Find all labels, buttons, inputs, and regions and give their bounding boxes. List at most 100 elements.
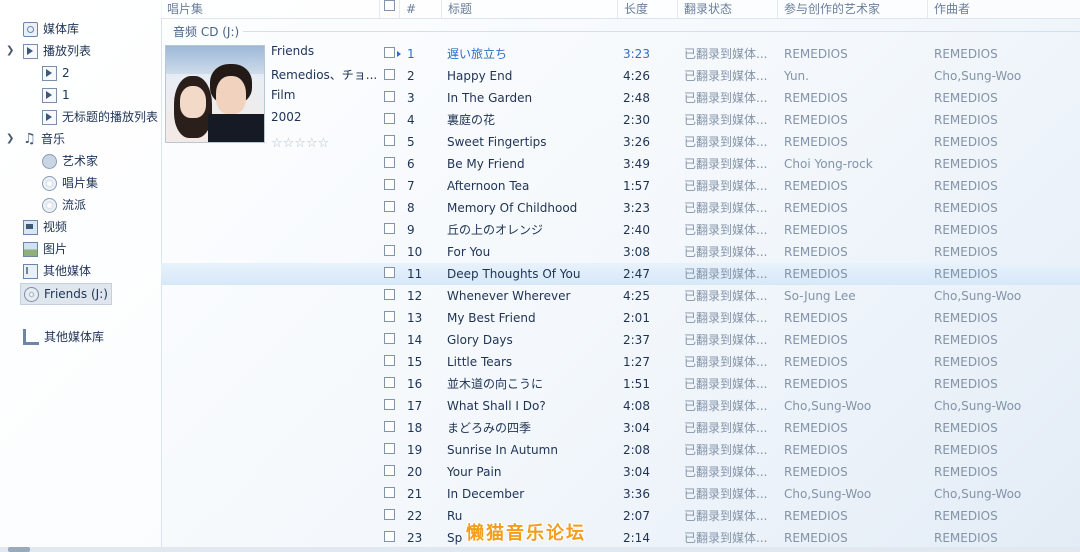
library-icon [23, 21, 38, 37]
track-checkbox[interactable] [384, 113, 395, 124]
nav-playlist-1[interactable]: 1 [42, 85, 70, 105]
nav-pictures-label: 图片 [43, 242, 68, 256]
track-title[interactable]: What Shall I Do? [447, 395, 617, 417]
column-header-rip-status[interactable]: 翻录状态 [678, 0, 778, 18]
track-title[interactable]: For You [447, 241, 617, 263]
column-header-album[interactable]: 唱片集 [161, 0, 380, 18]
track-row[interactable]: 14 Glory Days 2:37 已翻录到媒体... REMEDIOS REMEDIO… [161, 329, 1080, 351]
track-row[interactable]: 13 My Best Friend 2:01 已翻录到媒体... REMEDIOS REM… [161, 307, 1080, 329]
track-title[interactable]: 裏庭の花 [447, 109, 617, 131]
track-title[interactable]: In The Garden [447, 87, 617, 109]
track-checkbox[interactable] [384, 289, 395, 300]
scrollbar-thumb[interactable] [8, 547, 30, 552]
track-title[interactable]: Be My Friend [447, 153, 617, 175]
track-contributing-artist: REMEDIOS [784, 267, 848, 281]
nav-cd-drive[interactable]: Friends (J:) [20, 283, 112, 305]
track-title[interactable]: Whenever Wherever [447, 285, 617, 307]
horizontal-scrollbar[interactable] [0, 547, 1080, 552]
track-row[interactable]: 17 What Shall I Do? 4:08 已翻录到媒体... Cho,Sung-… [161, 395, 1080, 417]
track-checkbox[interactable] [384, 333, 395, 344]
track-checkbox[interactable] [384, 69, 395, 80]
track-title[interactable]: Sweet Fingertips [447, 131, 617, 153]
track-row[interactable]: 4 裏庭の花 2:30 已翻录到媒体... REMEDIOS REMEDIOS [161, 109, 1080, 131]
track-checkbox[interactable] [384, 245, 395, 256]
column-header-title[interactable]: 标题 [442, 0, 618, 18]
track-title[interactable]: Happy End [447, 65, 617, 87]
nav-library[interactable]: 媒体库 [23, 19, 79, 39]
track-row[interactable]: 21 In December 3:36 已翻录到媒体... Cho,Sung-Woo Ch… [161, 483, 1080, 505]
track-checkbox[interactable] [384, 223, 395, 234]
select-all-checkbox[interactable] [384, 0, 395, 11]
nav-genre[interactable]: 流派 [42, 195, 86, 215]
track-checkbox[interactable] [384, 157, 395, 168]
track-checkbox[interactable] [384, 91, 395, 102]
track-checkbox[interactable] [384, 399, 395, 410]
track-checkbox[interactable] [384, 47, 395, 58]
track-title[interactable]: Sunrise In Autumn [447, 439, 617, 461]
track-row[interactable]: 19 Sunrise In Autumn 2:08 已翻录到媒体... REMEDIOS… [161, 439, 1080, 461]
track-title[interactable]: 並木道の向こうに [447, 373, 617, 395]
track-checkbox[interactable] [384, 201, 395, 212]
track-row[interactable]: 8 Memory Of Childhood 3:23 已翻录到媒体... REMEDIO… [161, 197, 1080, 219]
chevron-down-icon[interactable]: ❯ [6, 129, 16, 149]
track-row[interactable]: 10 For You 3:08 已翻录到媒体... REMEDIOS REMEDIOS [161, 241, 1080, 263]
track-title[interactable]: Afternoon Tea [447, 175, 617, 197]
track-checkbox[interactable] [384, 355, 395, 366]
track-title[interactable]: My Best Friend [447, 307, 617, 329]
track-checkbox[interactable] [384, 135, 395, 146]
nav-playlist-untitled[interactable]: 无标题的播放列表 [42, 107, 158, 127]
track-row[interactable]: 5 Sweet Fingertips 3:26 已翻录到媒体... REMEDIOS RE… [161, 131, 1080, 153]
nav-playlist-2[interactable]: 2 [42, 63, 70, 83]
track-checkbox[interactable] [384, 267, 395, 278]
nav-artist[interactable]: 艺术家 [42, 151, 98, 171]
nav-music[interactable]: ♫ 音乐 [23, 129, 65, 149]
track-row[interactable]: 2 Happy End 4:26 已翻录到媒体... Yun. Cho,Sung-Woo [161, 65, 1080, 87]
track-title[interactable]: Little Tears [447, 351, 617, 373]
track-title[interactable]: 遅い旅立ち [447, 43, 617, 65]
track-row[interactable]: 16 並木道の向こうに 1:51 已翻录到媒体... REMEDIOS REMEDIOS [161, 373, 1080, 395]
column-header-duration[interactable]: 长度 [618, 0, 678, 18]
track-row[interactable]: 23 Sp 2:14 已翻录到媒体... REMEDIOS REMEDIOS [161, 527, 1080, 549]
nav-pictures[interactable]: 图片 [23, 239, 67, 259]
track-checkbox[interactable] [384, 487, 395, 498]
track-row[interactable]: 20 Your Pain 3:04 已翻录到媒体... REMEDIOS REMEDIOS [161, 461, 1080, 483]
track-title[interactable]: まどろみの四季 [447, 417, 617, 439]
nav-playlists[interactable]: 播放列表 [23, 41, 91, 61]
track-number: 23 [407, 531, 423, 545]
column-header-number[interactable]: # [400, 0, 442, 18]
track-row[interactable]: 6 Be My Friend 3:49 已翻录到媒体... Choi Yong-rock… [161, 153, 1080, 175]
track-checkbox[interactable] [384, 377, 395, 388]
chevron-down-icon[interactable]: ❯ [6, 41, 16, 61]
track-row[interactable]: 22 Ru 2:07 已翻录到媒体... REMEDIOS REMEDIOS [161, 505, 1080, 527]
column-header-contributing-artist[interactable]: 参与创作的艺术家 [778, 0, 928, 18]
track-title[interactable]: 丘の上のオレンジ [447, 219, 617, 241]
track-checkbox[interactable] [384, 443, 395, 454]
track-title[interactable]: Glory Days [447, 329, 617, 351]
track-row[interactable]: 15 Little Tears 1:27 已翻录到媒体... REMEDIOS REMED… [161, 351, 1080, 373]
track-checkbox[interactable] [384, 311, 395, 322]
track-composer: REMEDIOS [934, 245, 998, 259]
track-title[interactable]: Your Pain [447, 461, 617, 483]
track-checkbox[interactable] [384, 421, 395, 432]
track-title[interactable]: In December [447, 483, 617, 505]
track-row[interactable]: 3 In The Garden 2:48 已翻录到媒体... REMEDIOS REMED… [161, 87, 1080, 109]
column-header-composer[interactable]: 作曲者 [928, 0, 1080, 18]
track-row[interactable]: 7 Afternoon Tea 1:57 已翻录到媒体... REMEDIOS REMED… [161, 175, 1080, 197]
track-row[interactable]: 1 遅い旅立ち 3:23 已翻录到媒体... REMEDIOS REMEDIOS [161, 43, 1080, 65]
track-title[interactable]: Memory Of Childhood [447, 197, 617, 219]
nav-video[interactable]: 视频 [23, 217, 67, 237]
track-checkbox[interactable] [384, 509, 395, 520]
track-checkbox[interactable] [384, 465, 395, 476]
column-header-select[interactable] [380, 0, 400, 18]
track-row[interactable]: 18 まどろみの四季 3:04 已翻录到媒体... REMEDIOS REMEDIOS [161, 417, 1080, 439]
track-row[interactable]: 12 Whenever Wherever 4:25 已翻录到媒体... So-Jung … [161, 285, 1080, 307]
track-row[interactable]: 11 Deep Thoughts Of You 2:47 已翻录到媒体... REMED… [161, 263, 1080, 285]
track-duration: 3:08 [623, 245, 650, 259]
nav-other-libraries[interactable]: 其他媒体库 [23, 327, 104, 347]
track-checkbox[interactable] [384, 531, 395, 542]
nav-other-media[interactable]: 其他媒体 [23, 261, 91, 281]
track-title[interactable]: Deep Thoughts Of You [447, 263, 617, 285]
track-checkbox[interactable] [384, 179, 395, 190]
nav-album[interactable]: 唱片集 [42, 173, 98, 193]
track-row[interactable]: 9 丘の上のオレンジ 2:40 已翻录到媒体... REMEDIOS REMEDIOS [161, 219, 1080, 241]
